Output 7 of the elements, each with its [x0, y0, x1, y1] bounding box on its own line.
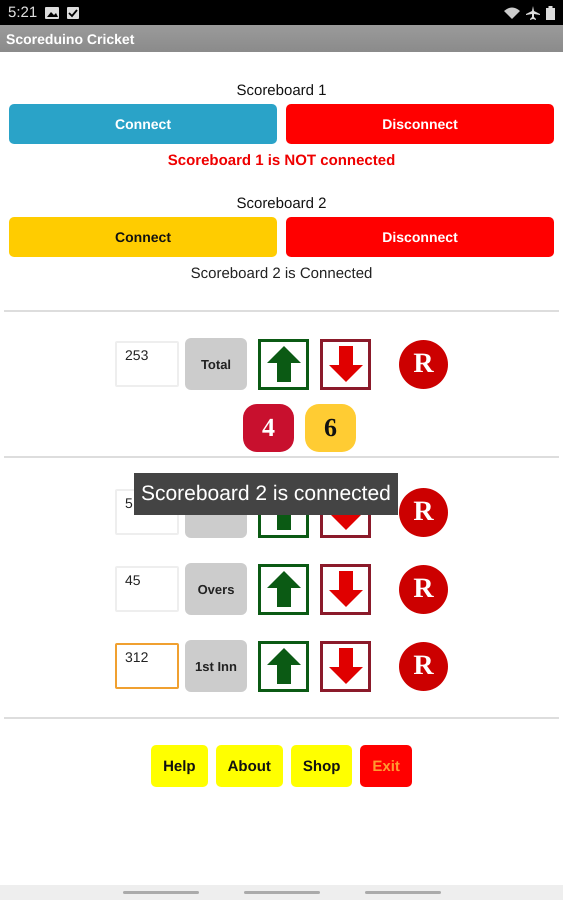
connection-status: Scoreboard 1 is NOT connected — [168, 152, 396, 169]
app-title: Scoreduino Cricket — [6, 30, 134, 46]
connection-toast: Scoreboard 2 is connected — [134, 473, 398, 515]
connection-status: Scoreboard 2 is Connected — [190, 265, 372, 282]
scoreboard-label: Scoreboard 1 — [236, 82, 327, 99]
scoreboard-label: Scoreboard 2 — [236, 195, 327, 212]
clock-text: 5:21 — [8, 4, 38, 21]
